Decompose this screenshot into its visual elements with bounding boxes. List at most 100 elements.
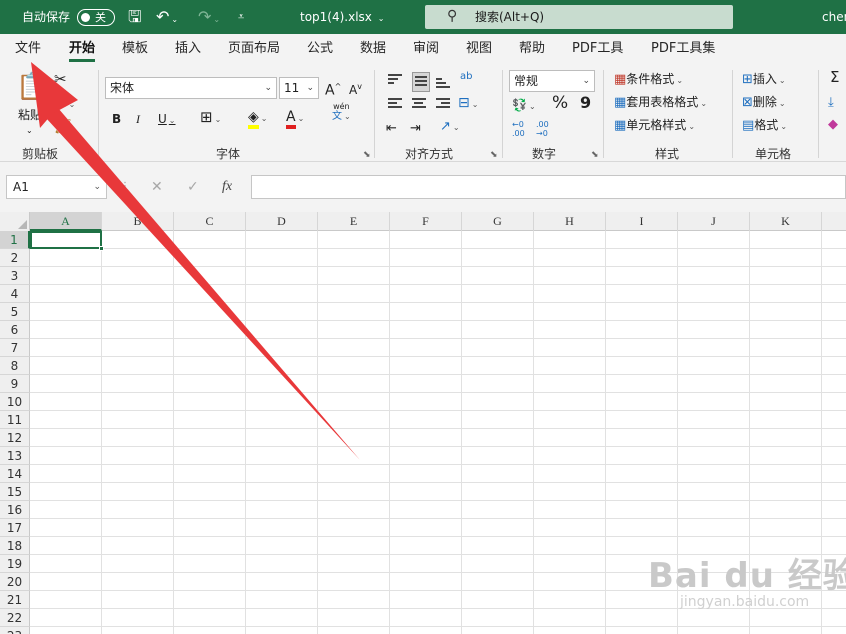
bold-button[interactable]: B [112, 110, 121, 128]
currency-icon[interactable]: 💱 ⌄ [512, 96, 536, 116]
column-header-G[interactable]: G [462, 212, 534, 231]
cancel-icon[interactable]: ✕ [151, 175, 163, 199]
align-center-icon[interactable] [412, 98, 426, 110]
grow-font-icon[interactable]: A^ [325, 78, 341, 100]
clipboard-launcher-icon[interactable]: ⬊ [86, 150, 94, 160]
row-header-5[interactable]: 5 [0, 303, 30, 321]
search-box[interactable]: ⚲ 搜索(Alt+Q) [425, 5, 733, 29]
paste-dropdown-icon[interactable]: ⌄ [26, 122, 33, 140]
row-header-12[interactable]: 12 [0, 429, 30, 447]
font-size-dropdown[interactable]: 11 ⌄ [279, 77, 319, 99]
row-header-23[interactable]: 23 [0, 627, 30, 634]
merge-center-icon[interactable]: ⊟ ⌄ [458, 94, 478, 114]
fill-down-icon[interactable]: ⤓ [828, 94, 834, 112]
column-header-A[interactable]: A [30, 212, 102, 231]
phonetic-icon[interactable]: wén 文 ⌄ [332, 102, 351, 122]
align-left-icon[interactable] [388, 98, 402, 110]
customize-qat-icon[interactable]: ⩡ [238, 0, 244, 34]
borders-icon[interactable]: ⊞ ⌄ [200, 108, 221, 129]
file-name[interactable]: top1(4).xlsx ⌄ [300, 0, 384, 34]
select-all-corner[interactable] [0, 212, 30, 231]
autosave-toggle[interactable]: 关 [77, 9, 115, 26]
align-right-icon[interactable] [436, 98, 450, 110]
tab-pdf-toolset[interactable]: PDF工具集 [651, 34, 715, 64]
name-box[interactable]: A1 ⌄ [6, 175, 107, 199]
cell-styles-button[interactable]: ▦单元格样式 ⌄ [614, 116, 695, 136]
tab-file[interactable]: 文件 [15, 34, 41, 64]
tab-help[interactable]: 帮助 [519, 34, 545, 64]
tab-home[interactable]: 开始 [69, 34, 96, 64]
tab-templates[interactable]: 模板 [122, 34, 148, 64]
column-header-J[interactable]: J [678, 212, 750, 231]
column-header-K[interactable]: K [750, 212, 822, 231]
underline-button[interactable]: U ⌄ [158, 110, 176, 130]
column-header-F[interactable]: F [390, 212, 462, 231]
row-header-8[interactable]: 8 [0, 357, 30, 375]
row-header-7[interactable]: 7 [0, 339, 30, 357]
column-header-C[interactable]: C [174, 212, 246, 231]
formula-input[interactable] [251, 175, 846, 199]
save-icon[interactable]: 🖫 [128, 0, 142, 34]
column-header-B[interactable]: B [102, 212, 174, 231]
row-header-11[interactable]: 11 [0, 411, 30, 429]
tab-review[interactable]: 审阅 [413, 34, 439, 64]
row-header-16[interactable]: 16 [0, 501, 30, 519]
row-header-6[interactable]: 6 [0, 321, 30, 339]
row-header-15[interactable]: 15 [0, 483, 30, 501]
row-header-14[interactable]: 14 [0, 465, 30, 483]
tab-formulas[interactable]: 公式 [307, 34, 333, 64]
align-bottom-icon[interactable] [436, 78, 450, 90]
insert-cells-button[interactable]: ⊞插入 ⌄ [742, 70, 786, 90]
decrease-decimal-button[interactable]: .00 →0 [536, 120, 558, 138]
row-header-21[interactable]: 21 [0, 591, 30, 609]
tab-insert[interactable]: 插入 [175, 34, 201, 64]
column-header-I[interactable]: I [606, 212, 678, 231]
row-header-9[interactable]: 9 [0, 375, 30, 393]
user-name[interactable]: chen [822, 0, 846, 34]
column-header-D[interactable]: D [246, 212, 318, 231]
row-header-17[interactable]: 17 [0, 519, 30, 537]
fill-handle[interactable] [99, 246, 104, 251]
row-header-19[interactable]: 19 [0, 555, 30, 573]
row-header-13[interactable]: 13 [0, 447, 30, 465]
row-header-4[interactable]: 4 [0, 285, 30, 303]
format-painter-icon[interactable]: 🖌 [54, 118, 72, 136]
row-header-20[interactable]: 20 [0, 573, 30, 591]
number-format-dropdown[interactable]: 常规 ⌄ [509, 70, 595, 92]
format-as-table-button[interactable]: ▦套用表格格式 ⌄ [614, 93, 707, 113]
tab-data[interactable]: 数据 [360, 34, 386, 64]
align-top-icon[interactable] [388, 74, 402, 86]
column-header-H[interactable]: H [534, 212, 606, 231]
insert-function-icon[interactable]: fx [222, 175, 232, 199]
tab-page-layout[interactable]: 页面布局 [228, 34, 280, 64]
tab-pdf-tools[interactable]: PDF工具 [572, 34, 623, 64]
tab-view[interactable]: 视图 [466, 34, 492, 64]
font-name-dropdown[interactable]: 宋体 ⌄ [105, 77, 277, 99]
undo-icon[interactable]: ↶ ⌄ [156, 0, 178, 34]
alignment-launcher-icon[interactable]: ⬊ [490, 150, 498, 160]
paste-icon[interactable]: 📋 [16, 72, 48, 102]
active-cell-A1[interactable] [30, 231, 104, 251]
row-header-18[interactable]: 18 [0, 537, 30, 555]
font-launcher-icon[interactable]: ⬊ [363, 150, 371, 160]
increase-indent-icon[interactable]: ⇥ [410, 120, 421, 138]
row-header-1[interactable]: 1 [0, 231, 30, 249]
wrap-text-icon[interactable]: ab [460, 68, 472, 86]
cut-icon[interactable]: ✂ [54, 70, 67, 88]
row-header-3[interactable]: 3 [0, 267, 30, 285]
shrink-font-icon[interactable]: Av [349, 78, 362, 99]
decrease-indent-icon[interactable]: ⇤ [386, 120, 397, 138]
redo-icon[interactable]: ↷ ⌄ [198, 0, 220, 34]
percent-button[interactable]: % [552, 94, 568, 112]
increase-decimal-button[interactable]: ←0 .00 [512, 120, 534, 138]
format-cells-button[interactable]: ▤格式 ⌄ [742, 116, 787, 136]
row-header-10[interactable]: 10 [0, 393, 30, 411]
row-header-22[interactable]: 22 [0, 609, 30, 627]
orientation-icon[interactable]: ↗ ⌄ [440, 118, 460, 137]
autosum-icon[interactable]: Σ [830, 68, 839, 86]
comma-style-button[interactable]: 9 [580, 94, 591, 112]
row-header-2[interactable]: 2 [0, 249, 30, 267]
font-color-icon[interactable]: A ⌄ [286, 108, 304, 129]
italic-button[interactable]: I [136, 110, 140, 128]
delete-cells-button[interactable]: ⊠删除 ⌄ [742, 93, 786, 113]
